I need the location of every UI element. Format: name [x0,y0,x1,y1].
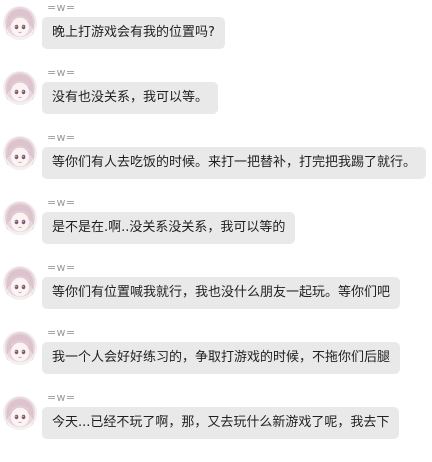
message-bubble: 今天...已经不玩了啊，那，又去玩什么新游戏了呢，我去下 [42,407,400,439]
anime-girl-avatar-icon[interactable] [3,331,37,365]
sender-name: =w= [47,1,76,14]
sender-name: =w= [47,196,76,209]
chat-message: =w= 今天...已经不玩了啊，那，又去玩什么新游戏了呢，我去下 [0,390,432,450]
anime-girl-avatar-icon[interactable] [3,6,37,40]
chat-message: =w= 等你们有人去吃饭的时候。来打一把替补，打完把我踢了就行。 [0,130,432,190]
sender-name: =w= [47,391,76,404]
chat-message: =w= 晚上打游戏会有我的位置吗? [0,0,432,60]
anime-girl-avatar-icon[interactable] [3,71,37,105]
chat-message: =w= 是不是在.啊..没关系没关系，我可以等的 [0,195,432,255]
anime-girl-avatar-icon[interactable] [3,136,37,170]
anime-girl-avatar-icon[interactable] [3,396,37,430]
message-bubble: 没有也没关系，我可以等。 [42,82,219,114]
chat-message: =w= 我一个人会好好练习的，争取打游戏的时候，不拖你们后腿 [0,325,432,385]
chat-message: =w= 没有也没关系，我可以等。 [0,65,432,125]
sender-name: =w= [47,66,76,79]
message-bubble: 我一个人会好好练习的，争取打游戏的时候，不拖你们后腿 [42,342,401,374]
message-bubble: 等你们有人去吃饭的时候。来打一把替补，打完把我踢了就行。 [42,147,427,179]
sender-name: =w= [47,326,76,339]
sender-name: =w= [47,131,76,144]
chat-message: =w= 等你们有位置喊我就行，我也没什么朋友一起玩。等你们吧 [0,260,432,320]
message-bubble: 晚上打游戏会有我的位置吗? [42,17,225,49]
anime-girl-avatar-icon[interactable] [3,266,37,300]
sender-name: =w= [47,261,76,274]
message-bubble: 是不是在.啊..没关系没关系，我可以等的 [42,212,296,244]
anime-girl-avatar-icon[interactable] [3,201,37,235]
message-bubble: 等你们有位置喊我就行，我也没什么朋友一起玩。等你们吧 [42,277,401,309]
